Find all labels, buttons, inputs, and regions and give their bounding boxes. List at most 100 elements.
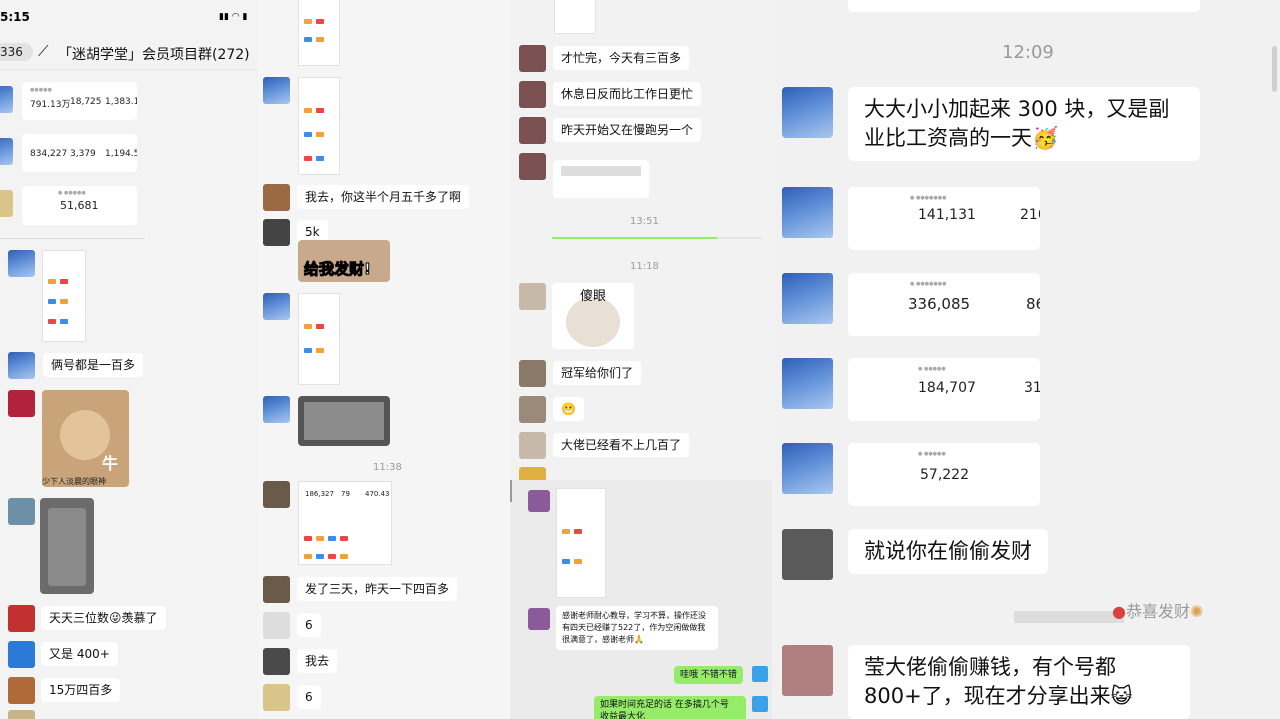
sticker-image[interactable]: 给我发财! <box>298 240 390 282</box>
stat-value: 141,131 <box>918 207 976 223</box>
stat-value: 79 <box>341 490 350 498</box>
scrollbar[interactable] <box>1272 46 1277 92</box>
avatar[interactable] <box>0 86 13 113</box>
stats-card[interactable]: ● ●●●●● 57,222 <box>848 443 1040 506</box>
avatar[interactable] <box>0 138 13 165</box>
stat-value: 31 <box>1024 380 1040 396</box>
message-bubble[interactable]: 大佬已经看不上几百了 <box>553 433 690 457</box>
avatar[interactable] <box>263 184 290 211</box>
message-bubble[interactable]: 发了三天，昨天一下四百多 <box>297 577 458 601</box>
avatar[interactable] <box>263 219 290 246</box>
stats-card[interactable]: ● ●●●●●●● 141,131 210 <box>848 187 1040 250</box>
stat-value: 86 <box>1026 295 1040 313</box>
stat-value: 184,707 <box>918 380 976 396</box>
stat-value: 470.43 <box>365 490 390 498</box>
message-bubble[interactable]: 休息日反而比工作日更忙 <box>553 82 702 106</box>
avatar[interactable] <box>8 677 35 704</box>
meme-image[interactable]: 牛 少下人淡晨的眼神 <box>42 390 129 487</box>
avatar[interactable] <box>752 696 768 712</box>
avatar[interactable] <box>263 684 290 711</box>
avatar[interactable] <box>263 576 290 603</box>
avatar[interactable] <box>519 117 546 144</box>
message-bubble[interactable]: 感谢老师耐心教导，学习不算，操作还没有四天已经赚了522了，作为空闲做做我很满意… <box>556 606 718 650</box>
screenshot-thumbnail[interactable] <box>298 77 340 175</box>
avatar[interactable] <box>8 250 35 277</box>
scrollbar[interactable] <box>510 480 512 502</box>
photo-image[interactable] <box>298 396 390 446</box>
message-bubble[interactable]: 6 <box>297 685 321 709</box>
timestamp: 13:51 <box>630 216 659 227</box>
stats-card[interactable] <box>553 160 649 198</box>
message-bubble[interactable]: 我去，你这半个月五千多了啊 <box>297 185 470 209</box>
message-bubble[interactable]: 6 <box>297 613 321 637</box>
avatar[interactable] <box>263 612 290 639</box>
avatar[interactable] <box>519 360 546 387</box>
stats-card[interactable]: ● ●●●●● 51,681 <box>22 186 137 225</box>
avatar[interactable] <box>782 87 833 138</box>
message-bubble[interactable]: 哇哦 不错不错 <box>674 666 743 684</box>
avatar[interactable] <box>263 396 290 423</box>
stats-card[interactable]: ● ●●●●●●● 336,085 86 <box>848 273 1040 336</box>
avatar[interactable] <box>8 605 35 632</box>
avatar[interactable] <box>519 153 546 180</box>
avatar[interactable] <box>782 529 833 580</box>
message-bubble[interactable]: 我去 <box>297 649 338 673</box>
stats-card[interactable]: ● ●●●●● 184,707 31 <box>848 358 1040 421</box>
message-bubble[interactable]: 莹大佬偷偷赚钱，有个号都 800+了，现在才分享出来😺 <box>848 645 1190 719</box>
avatar[interactable] <box>8 498 35 525</box>
message-bubble[interactable]: 如果时间充足的话 在多搞几个号 收益最大化 <box>594 696 746 719</box>
stat-value: 1,383.17 <box>105 97 137 107</box>
avatar[interactable] <box>519 432 546 459</box>
message-bubble[interactable]: 就说你在偷偷发财 <box>848 529 1048 574</box>
avatar[interactable] <box>0 190 13 217</box>
screenshot-thumbnail[interactable] <box>42 250 86 342</box>
stat-value: 1,194.56 <box>105 149 137 159</box>
avatar[interactable] <box>8 641 35 668</box>
screenshot-thumbnail[interactable] <box>554 0 596 34</box>
screenshot-thumbnail[interactable]: 186,327 79 470.43 <box>298 481 392 565</box>
avatar[interactable] <box>782 443 833 494</box>
message-bubble[interactable]: 天天三位数😜羡慕了 <box>41 606 166 630</box>
avatar[interactable] <box>528 608 550 630</box>
timestamp: 11:18 <box>630 261 659 272</box>
message-bubble[interactable] <box>848 0 1200 12</box>
group-title: 「迷胡学堂」会员项目群(272) <box>58 47 250 63</box>
avatar[interactable] <box>263 648 290 675</box>
screenshot-thumbnail[interactable] <box>298 293 340 385</box>
message-bubble[interactable]: 😬 <box>553 397 584 421</box>
avatar[interactable] <box>782 273 833 324</box>
avatar[interactable] <box>8 710 35 719</box>
avatar[interactable] <box>519 81 546 108</box>
avatar[interactable] <box>519 396 546 423</box>
avatar[interactable] <box>519 283 546 310</box>
meme-overlay-text: 牛 <box>102 454 119 473</box>
avatar[interactable] <box>263 481 290 508</box>
photo-image[interactable] <box>40 498 94 594</box>
avatar[interactable] <box>263 293 290 320</box>
avatar[interactable] <box>263 77 290 104</box>
message-bubble[interactable]: 15万四百多 <box>41 678 121 702</box>
avatar[interactable] <box>782 187 833 238</box>
message-bubble[interactable]: 又是 400+ <box>41 642 118 666</box>
avatar[interactable] <box>782 645 833 696</box>
panda-face-icon <box>566 297 620 347</box>
avatar[interactable] <box>8 352 35 379</box>
screenshot-thumbnail[interactable] <box>298 0 340 66</box>
back-button[interactable]: 336 <box>0 43 33 61</box>
screenshot-thumbnail[interactable] <box>556 488 606 598</box>
message-bubble[interactable]: 昨天开始又在慢跑另一个 <box>553 118 702 142</box>
chat-screenshot-3: 才忙完，今天有三百多 休息日反而比工作日更忙 昨天开始又在慢跑另一个 13:51… <box>510 0 772 719</box>
avatar[interactable] <box>8 390 35 417</box>
stats-card[interactable]: ●●●●● 791.13万 18,725 1,383.17 <box>22 82 137 120</box>
avatar[interactable] <box>528 490 550 512</box>
message-bubble[interactable]: 才忙完，今天有三百多 <box>553 46 690 70</box>
sticker-image[interactable]: 傻眼 <box>552 283 634 349</box>
message-bubble[interactable]: 大大小小加起来 300 块，又是副业比工资高的一天🥳 <box>848 87 1200 161</box>
message-bubble[interactable]: 冠军给你们了 <box>553 361 642 385</box>
avatar[interactable] <box>782 358 833 409</box>
message-bubble[interactable]: 俩号都是一百多 <box>43 353 144 377</box>
stats-card[interactable]: 834,227 3,379 1,194.56 <box>22 134 137 172</box>
status-icons: ▮▮ ◠ ▮ <box>219 12 248 22</box>
avatar[interactable] <box>752 666 768 682</box>
avatar[interactable] <box>519 45 546 72</box>
